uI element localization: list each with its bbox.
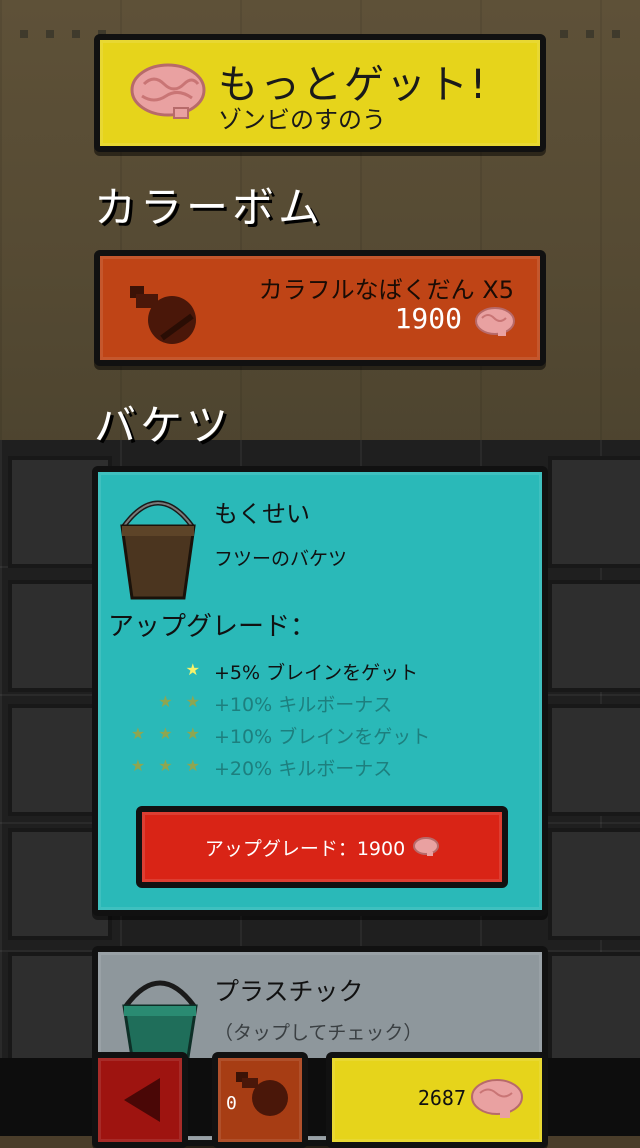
star-icon: ★ ★ ★ — [130, 724, 204, 743]
wall-dots-left — [20, 30, 106, 38]
star-icon: ★ — [185, 660, 204, 679]
upgrade-tier-2: ★ ★ +10% キルボーナス — [108, 690, 528, 718]
upgrades-title: アップグレード： — [108, 612, 317, 642]
stone-block — [548, 952, 640, 1064]
back-arrow-icon — [124, 1078, 160, 1122]
wooden-bucket-icon — [120, 500, 196, 600]
upgrade-button[interactable]: アップグレード：1900 — [136, 806, 508, 888]
plastic-bucket-hint: （タップしてチェック） — [214, 1022, 423, 1044]
back-button[interactable] — [92, 1052, 188, 1148]
brain-icon — [413, 837, 440, 856]
upgrade-tier-text: +10% キルボーナス — [214, 694, 393, 716]
stone-block — [548, 580, 640, 692]
bomb-count: 0 — [226, 1093, 237, 1114]
star-icon: ★ ★ ★ — [130, 756, 204, 775]
get-more-subtitle: ゾンビのすのう — [218, 106, 386, 134]
get-more-brains-button[interactable]: もっとゲット! ゾンビのすのう — [94, 34, 546, 152]
brain-icon — [130, 63, 206, 119]
upgrade-tier-3: ★ ★ ★ +10% ブレインをゲット — [108, 722, 528, 750]
plastic-bucket-name: プラスチック — [214, 977, 364, 1006]
bomb-item-name: カラフルなばくだん X5 — [258, 276, 514, 304]
wall-dots-right — [560, 30, 620, 38]
upgrade-tier-text: +20% キルボーナス — [214, 758, 393, 780]
upgrade-tier-4: ★ ★ ★ +20% キルボーナス — [108, 754, 528, 782]
upgrade-button-label: アップグレード：1900 — [204, 837, 406, 860]
star-icon: ★ ★ — [158, 692, 204, 711]
brain-count: 2687 — [417, 1086, 466, 1110]
section-heading-bucket: バケツ — [94, 401, 233, 450]
bucket-description: フツーのバケツ — [214, 548, 348, 570]
bucket-card-wooden: もくせい フツーのバケツ アップグレード： ★ +5% ブレインをゲット ★ ★… — [92, 466, 548, 916]
stone-block — [548, 456, 640, 568]
bomb-inventory-button[interactable]: 0 — [212, 1052, 308, 1148]
brain-icon — [475, 307, 515, 336]
color-bomb-item[interactable]: カラフルなばくだん X5 1900 — [94, 250, 546, 366]
stone-block — [548, 828, 640, 940]
section-heading-color-bomb: カラーボム — [94, 183, 325, 232]
upgrade-tier-1: ★ +5% ブレインをゲット — [108, 658, 528, 686]
upgrade-tier-text: +10% ブレインをゲット — [214, 726, 431, 748]
brain-counter: 2687 — [326, 1052, 548, 1148]
stone-block — [548, 704, 640, 816]
upgrade-tier-text: +5% ブレインをゲット — [214, 662, 419, 684]
bomb-item-price: 1900 — [394, 302, 462, 335]
brain-icon — [471, 1079, 523, 1118]
bucket-name: もくせい — [214, 500, 310, 528]
bomb-icon — [130, 286, 196, 344]
